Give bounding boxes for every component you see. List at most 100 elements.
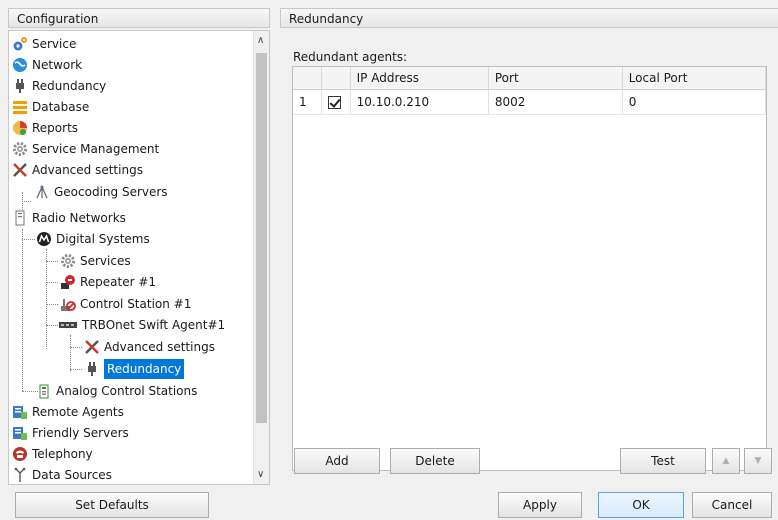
tree-item-redundancy[interactable]: Redundancy — [12, 76, 106, 96]
redundancy-title: Redundancy — [289, 12, 364, 26]
tree-item-reports[interactable]: Reports — [12, 118, 78, 138]
tree-item-service-management[interactable]: Service Management — [12, 139, 159, 159]
apply-button[interactable]: Apply — [498, 492, 582, 518]
tree-item-services[interactable]: Services — [60, 251, 131, 271]
redundancy-panel: Redundant agents: IP Address Port Local … — [280, 28, 778, 485]
database-icon — [12, 99, 28, 115]
scroll-down-icon[interactable]: ∨ — [257, 469, 264, 480]
configuration-title: Configuration — [17, 12, 99, 26]
tree-item-label: Analog Control Stations — [56, 384, 198, 398]
tree-item-label: Friendly Servers — [32, 426, 129, 440]
server-icon — [12, 404, 28, 420]
radio-networks-icon — [12, 210, 28, 226]
tree-item-label: Advanced settings — [104, 340, 215, 354]
configuration-header: Configuration — [8, 8, 270, 28]
reports-icon — [12, 120, 28, 136]
test-button[interactable]: Test — [620, 448, 706, 474]
tree-item-label: Radio Networks — [32, 211, 126, 225]
tree-guide — [22, 201, 31, 202]
tree-item-swift-advanced-settings[interactable]: Advanced settings — [84, 337, 215, 357]
add-button[interactable]: Add — [294, 448, 380, 474]
tree-item-label: Redundancy — [32, 79, 107, 93]
tree-item-label: Database — [32, 100, 90, 114]
analog-icon — [36, 383, 52, 399]
column-header-enabled — [321, 67, 351, 90]
tree-guide — [70, 369, 82, 370]
checkmark-icon[interactable] — [328, 96, 342, 109]
tools-icon — [12, 162, 28, 178]
telephone-icon — [12, 446, 28, 462]
tree-item-analog-control-stations[interactable]: Analog Control Stations — [36, 381, 197, 401]
tree-item-label: Digital Systems — [56, 232, 150, 246]
tree-item-label: Services — [80, 254, 131, 268]
swift-agent-icon — [58, 317, 78, 333]
tree-item-service[interactable]: Service — [12, 34, 76, 54]
redundant-agents-label: Redundant agents: — [293, 50, 408, 64]
scroll-thumb[interactable] — [256, 53, 267, 423]
tree-guide — [70, 335, 71, 371]
tree-item-label: Service Management — [32, 142, 160, 156]
cancel-button[interactable]: Cancel — [692, 492, 772, 518]
tree-item-label: TRBOnet Swift Agent#1 — [82, 318, 226, 332]
tree-guide — [70, 347, 82, 348]
tree-item-label: Advanced settings — [32, 163, 143, 177]
tree-item-repeater[interactable]: Repeater #1 — [60, 272, 156, 292]
tree-item-telephony[interactable]: Telephony — [12, 444, 93, 464]
tree-guide — [22, 239, 35, 240]
repeater-icon — [60, 274, 76, 290]
tree-item-digital-systems[interactable]: Digital Systems — [36, 229, 150, 249]
table-row[interactable]: 1 10.10.0.210 8002 0 — [293, 89, 767, 115]
gear-icon — [60, 253, 76, 269]
column-header-port[interactable]: Port — [488, 67, 623, 90]
tree-item-label: Repeater #1 — [80, 275, 157, 289]
delete-button[interactable]: Delete — [390, 448, 480, 474]
tree-item-remote-agents[interactable]: Remote Agents — [12, 402, 124, 422]
grid-header-row: IP Address Port Local Port — [293, 67, 767, 90]
tree-item-label: Telephony — [32, 447, 93, 461]
set-defaults-button[interactable]: Set Defaults — [15, 492, 209, 518]
tree-item-advanced-settings[interactable]: Advanced settings — [12, 160, 143, 180]
gear-icon — [12, 141, 28, 157]
plug-icon — [12, 78, 28, 94]
tree-item-label: Service — [32, 37, 77, 51]
tree-item-friendly-servers[interactable]: Friendly Servers — [12, 423, 129, 443]
tree-item-radio-networks[interactable]: Radio Networks — [12, 208, 126, 228]
tree-item-swift-redundancy[interactable]: Redundancy — [84, 359, 185, 379]
tree-item-control-station[interactable]: Control Station #1 — [60, 294, 191, 314]
tree-item-geocoding-servers[interactable]: Geocoding Servers — [34, 182, 168, 202]
row-index: 1 — [293, 89, 323, 115]
tree-item-label: Network — [32, 58, 83, 72]
plug-icon — [84, 361, 100, 377]
redundancy-header: Redundancy — [280, 8, 778, 28]
redundant-agents-grid[interactable]: IP Address Port Local Port 1 10.10.0.210… — [292, 66, 767, 471]
configuration-tree[interactable]: Service Network Redundancy Database Repo… — [8, 30, 270, 485]
tree-item-database[interactable]: Database — [12, 97, 89, 117]
column-header-local-port[interactable]: Local Port — [622, 67, 767, 90]
row-enabled-checkbox[interactable] — [321, 89, 351, 115]
tree-guide — [46, 249, 47, 349]
gears-icon — [12, 36, 28, 52]
row-ip-address[interactable]: 10.10.0.210 — [350, 89, 489, 115]
tree-item-label: Redundancy — [104, 359, 185, 379]
row-port[interactable]: 8002 — [488, 89, 623, 115]
column-header-ip-address[interactable]: IP Address — [350, 67, 489, 90]
row-local-port[interactable]: 0 — [622, 89, 767, 115]
tree-item-trbonet-swift-agent[interactable]: TRBOnet Swift Agent#1 — [58, 315, 225, 335]
ok-button[interactable]: OK — [598, 492, 684, 518]
geocoding-icon — [34, 184, 50, 200]
globe-icon — [12, 57, 28, 73]
tree-item-label: Data Sources — [32, 468, 112, 482]
tree-guide — [46, 282, 58, 283]
move-up-button[interactable]: ▲ — [712, 448, 740, 474]
tools-icon — [84, 339, 100, 355]
tree-item-data-sources[interactable]: Data Sources — [12, 465, 112, 484]
control-station-icon — [60, 296, 76, 312]
tree-item-network[interactable]: Network — [12, 55, 82, 75]
move-down-button[interactable]: ▼ — [744, 448, 772, 474]
tree-item-label: Geocoding Servers — [54, 185, 168, 199]
scroll-up-icon[interactable]: ∧ — [257, 35, 264, 46]
column-header-index — [293, 67, 323, 90]
tree-scrollbar[interactable]: ∧ ∨ — [253, 31, 269, 484]
tree-item-label: Reports — [32, 121, 79, 135]
tree-guide — [46, 261, 58, 262]
